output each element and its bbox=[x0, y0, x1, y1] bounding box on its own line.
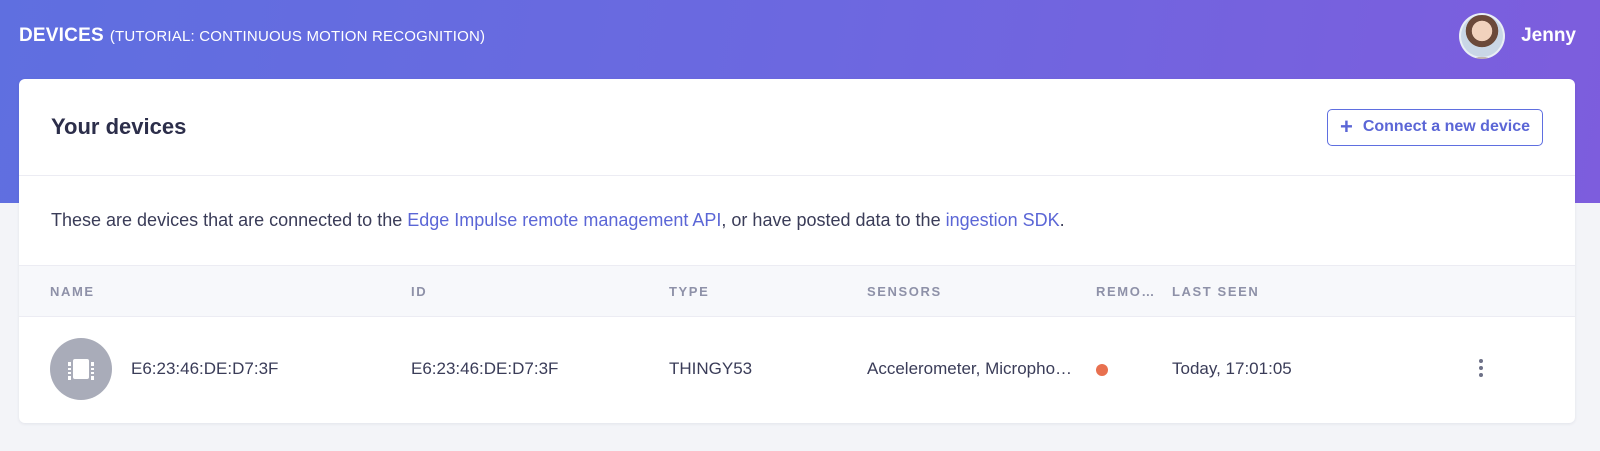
column-header-name[interactable]: NAME bbox=[50, 284, 95, 299]
chip-icon bbox=[50, 338, 112, 400]
column-header-remote[interactable]: REMO… bbox=[1096, 284, 1156, 299]
page-section-title: DEVICES bbox=[19, 25, 104, 46]
more-options-icon[interactable] bbox=[1473, 355, 1489, 381]
device-last-seen: Today, 17:01:05 bbox=[1172, 359, 1292, 378]
avatar[interactable] bbox=[1459, 13, 1506, 59]
ingestion-sdk-link[interactable]: ingestion SDK bbox=[946, 210, 1060, 230]
device-name[interactable]: E6:23:46:DE:D7:3F bbox=[131, 359, 278, 379]
device-id: E6:23:46:DE:D7:3F bbox=[411, 359, 559, 378]
remote-management-api-link[interactable]: Edge Impulse remote management API bbox=[407, 210, 721, 230]
description: These are devices that are connected to … bbox=[19, 176, 1575, 265]
card-header: Your devices + Connect a new device bbox=[19, 79, 1575, 176]
connect-device-button[interactable]: + Connect a new device bbox=[1326, 108, 1543, 146]
table-row[interactable]: E6:23:46:DE:D7:3F E6:23:46:DE:D7:3F THIN… bbox=[19, 317, 1575, 421]
connect-device-label: Connect a new device bbox=[1362, 118, 1530, 135]
description-text: These are devices that are connected to … bbox=[51, 210, 408, 230]
plus-icon: + bbox=[1339, 114, 1353, 139]
device-type: THINGY53 bbox=[669, 359, 753, 378]
breadcrumb: DEVICES (TUTORIAL: CONTINUOUS MOTION REC… bbox=[19, 25, 485, 47]
device-sensors: Accelerometer, Micropho… bbox=[867, 359, 1073, 378]
user-name[interactable]: Jenny bbox=[1521, 25, 1576, 47]
description-text: , or have posted data to the bbox=[721, 210, 946, 230]
table-header: NAME ID TYPE SENSORS REMO… LAST SEEN bbox=[19, 265, 1575, 317]
devices-card: Your devices + Connect a new device Thes… bbox=[19, 79, 1575, 423]
user-menu[interactable]: Jenny bbox=[1459, 13, 1576, 59]
column-header-type[interactable]: TYPE bbox=[669, 284, 709, 299]
card-title: Your devices bbox=[51, 114, 187, 139]
top-bar: DEVICES (TUTORIAL: CONTINUOUS MOTION REC… bbox=[0, 0, 1600, 72]
column-header-id[interactable]: ID bbox=[411, 284, 427, 299]
project-name: (TUTORIAL: CONTINUOUS MOTION RECOGNITION… bbox=[109, 28, 486, 45]
column-header-sensors[interactable]: SENSORS bbox=[867, 284, 942, 299]
description-text: . bbox=[1059, 210, 1065, 230]
remote-status-indicator bbox=[1096, 364, 1108, 376]
column-header-last-seen[interactable]: LAST SEEN bbox=[1172, 284, 1259, 299]
